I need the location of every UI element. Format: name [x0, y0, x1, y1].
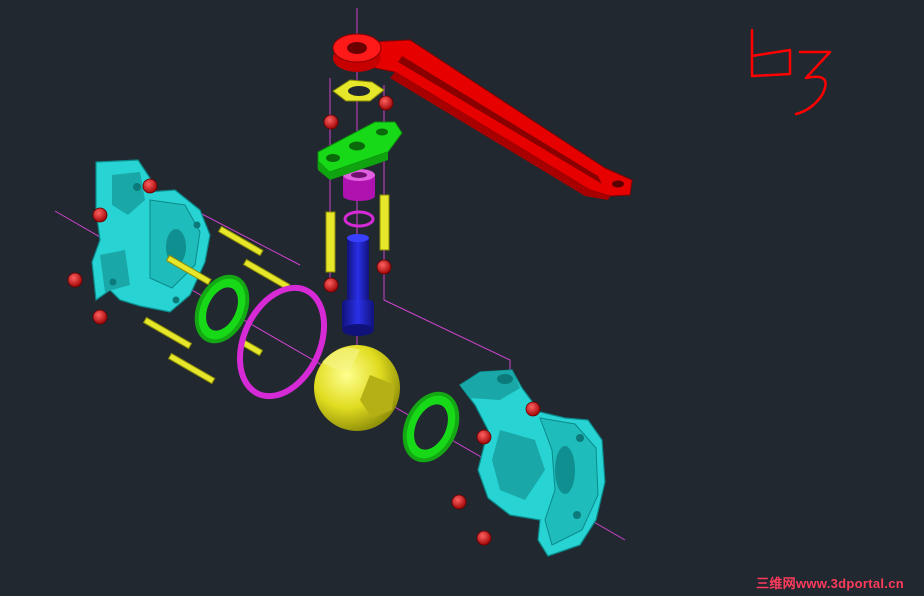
watermark: 三维网www.3dportal.cn	[756, 576, 904, 591]
nut-6	[378, 95, 394, 111]
nut-12	[476, 530, 492, 546]
valve-handle[interactable]	[332, 33, 633, 200]
bolt-construction-line	[383, 290, 511, 380]
nut-3	[67, 272, 83, 288]
nut-8	[376, 259, 392, 275]
stop-washer	[332, 79, 385, 102]
gland-bolt-left	[325, 211, 336, 273]
right-valve-body[interactable]	[459, 369, 606, 557]
nut-9	[525, 401, 541, 417]
bolt-5	[167, 352, 216, 385]
bolt-4	[142, 316, 193, 350]
stem-o-ring	[343, 210, 375, 228]
nut-5	[323, 114, 339, 130]
cad-viewport[interactable]: 三维网www.3dportal.cn	[0, 0, 924, 596]
exploded-ball-valve-drawing	[54, 8, 832, 557]
handwritten-annotation	[750, 28, 832, 116]
nut-4	[92, 309, 108, 325]
handle-hub	[332, 33, 382, 72]
nut-7	[323, 277, 339, 293]
valve-stem[interactable]	[342, 234, 374, 336]
nut-11	[451, 494, 467, 510]
gland-bolt-right	[379, 194, 390, 251]
nut-10	[476, 429, 492, 445]
right-seat-ring	[402, 391, 460, 463]
bolt-2	[242, 258, 291, 291]
handwritten-b	[750, 28, 792, 78]
nut-1	[142, 178, 158, 194]
valve-ball[interactable]	[314, 345, 400, 431]
handwritten-3	[794, 50, 832, 116]
stem-packing	[343, 169, 375, 228]
nut-2	[92, 207, 108, 223]
bolt-1	[217, 225, 264, 257]
